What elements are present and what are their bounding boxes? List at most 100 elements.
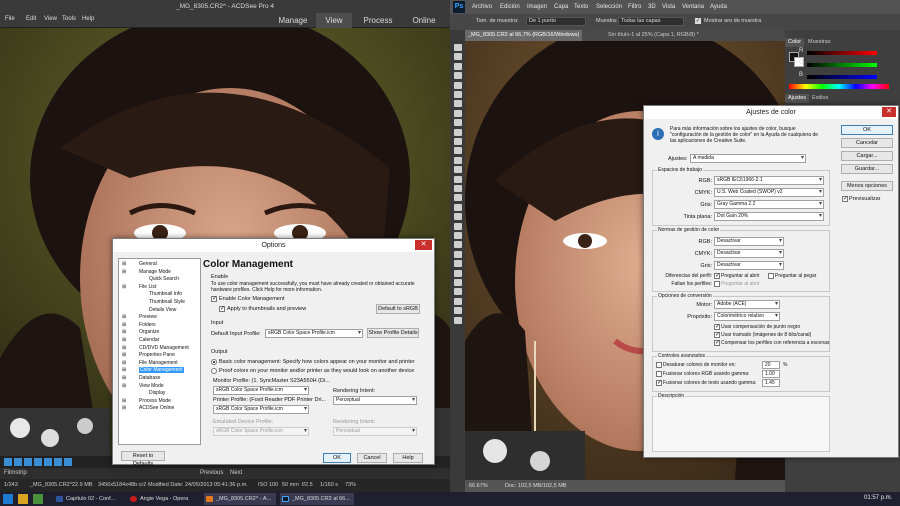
tool-icon[interactable] bbox=[454, 91, 462, 98]
previous-button[interactable]: Previous bbox=[200, 468, 223, 479]
tree-item[interactable]: File List bbox=[139, 284, 156, 290]
emulated-profile-select[interactable]: sRGB Color Space Profile.icm bbox=[213, 427, 309, 436]
tree-item[interactable]: ACDSee Online bbox=[139, 405, 174, 411]
tree-expander[interactable]: ⊞ bbox=[122, 337, 126, 343]
ask-paste-checkbox[interactable] bbox=[768, 273, 774, 279]
tree-item[interactable]: Color Management bbox=[139, 367, 184, 374]
tool-icon[interactable] bbox=[454, 53, 462, 61]
tab-color[interactable]: Color bbox=[785, 38, 805, 47]
sample-select[interactable]: Todas las capas bbox=[618, 17, 684, 26]
tool-icon[interactable] bbox=[454, 269, 462, 277]
help-button[interactable]: Help bbox=[393, 453, 423, 463]
task-opera[interactable]: Angie Vega - Opera bbox=[128, 493, 192, 505]
tool-icon[interactable] bbox=[454, 288, 462, 296]
tree-item[interactable]: Thumbnail Style bbox=[149, 299, 185, 305]
task-chapter[interactable]: Capítulo 02 - Conf... bbox=[54, 493, 124, 505]
tree-item[interactable]: Calendar bbox=[139, 337, 159, 343]
tab-document-1[interactable]: _MG_8305.CR2 al 66,7% (RGB/16/Windows) bbox=[465, 30, 583, 41]
tree-item[interactable]: Preview bbox=[139, 314, 157, 320]
load-button[interactable]: Cargar... bbox=[841, 151, 893, 161]
tree-expander[interactable]: ⊞ bbox=[122, 329, 126, 335]
menu-view[interactable]: View bbox=[44, 16, 57, 22]
black-point-checkbox[interactable]: ✓ bbox=[714, 324, 720, 330]
tool-icon[interactable] bbox=[454, 194, 462, 202]
menu-edit[interactable]: Edit bbox=[26, 16, 36, 22]
enable-cm-checkbox[interactable]: ✓ bbox=[211, 296, 217, 302]
tool-icon[interactable] bbox=[454, 316, 462, 324]
save-button[interactable]: Guardar... bbox=[841, 164, 893, 174]
tool-icon[interactable] bbox=[454, 109, 462, 117]
norm-cmyk-select[interactable]: Desactivar bbox=[714, 249, 784, 258]
tool-icon[interactable] bbox=[454, 81, 462, 89]
ws-rgb-select[interactable]: sRGB IEC61966-2.1 bbox=[714, 176, 824, 185]
tool-icon[interactable] bbox=[454, 128, 462, 136]
tree-item[interactable]: Process Mode bbox=[139, 398, 171, 404]
tree-item[interactable]: General bbox=[139, 261, 157, 267]
ask-open2-checkbox[interactable] bbox=[714, 281, 720, 287]
tree-item[interactable]: File Management bbox=[139, 360, 178, 366]
proposito-select[interactable]: Colorimétrico relativo bbox=[714, 312, 780, 321]
tool-icon[interactable] bbox=[64, 458, 72, 466]
tree-expander[interactable]: ⊞ bbox=[122, 352, 126, 358]
tab-muestras[interactable]: Muestras bbox=[805, 38, 834, 47]
ps-menu-3d[interactable]: 3D bbox=[648, 4, 656, 10]
tool-icon[interactable] bbox=[454, 147, 462, 155]
tool-icon[interactable] bbox=[454, 138, 462, 145]
tree-item[interactable]: Folders bbox=[139, 322, 156, 328]
clock[interactable]: 01:57 p.m. bbox=[864, 495, 892, 501]
tool-icon[interactable] bbox=[54, 458, 62, 466]
tree-expander[interactable]: ⊞ bbox=[122, 322, 126, 328]
tab-ajustes[interactable]: Ajustes bbox=[785, 94, 810, 103]
desaturar-input[interactable]: 20 bbox=[762, 361, 780, 369]
tree-expander[interactable]: ⊞ bbox=[122, 345, 126, 351]
rendering-intent-select[interactable]: Perceptual bbox=[333, 396, 417, 405]
tool-icon[interactable] bbox=[24, 458, 32, 466]
tree-expander[interactable]: ⊞ bbox=[122, 261, 126, 267]
ps-menu-imagen[interactable]: Imagen bbox=[527, 4, 547, 10]
ps-menu-edicion[interactable]: Edición bbox=[500, 4, 520, 10]
fusionar-texto-checkbox[interactable]: ✓ bbox=[656, 380, 662, 386]
tree-item[interactable]: Details View bbox=[149, 307, 176, 313]
motor-select[interactable]: Adobe (ACE) bbox=[714, 300, 780, 309]
tree-expander[interactable]: ⊞ bbox=[122, 375, 126, 381]
tool-icon[interactable] bbox=[454, 203, 462, 211]
tool-icon[interactable] bbox=[454, 44, 462, 51]
filmstrip-label[interactable]: Filmstrip bbox=[4, 468, 27, 479]
ps-menu-texto[interactable]: Texto bbox=[574, 4, 588, 10]
ws-gris-select[interactable]: Gray Gamma 2.2 bbox=[714, 200, 824, 209]
tree-item[interactable]: Organize bbox=[139, 329, 159, 335]
menu-help[interactable]: Help bbox=[82, 16, 94, 22]
tree-item[interactable]: Properties Pane bbox=[139, 352, 175, 358]
tool-icon[interactable] bbox=[4, 458, 12, 466]
default-input-select[interactable]: sRGB Color Space Profile.icm bbox=[265, 329, 363, 338]
ask-open-checkbox[interactable]: ✓ bbox=[714, 273, 720, 279]
ws-tinta-select[interactable]: Dot Gain 20% bbox=[714, 212, 824, 221]
tree-item[interactable]: Thumbnail Info bbox=[149, 291, 182, 297]
mode-view[interactable]: View bbox=[316, 13, 352, 28]
menu-file[interactable]: File bbox=[5, 16, 15, 22]
norm-gris-select[interactable]: Desactivar bbox=[714, 261, 784, 270]
tree-item[interactable]: Manage Mode bbox=[139, 269, 171, 275]
tree-expander[interactable]: ⊞ bbox=[122, 269, 126, 275]
basic-cm-radio[interactable] bbox=[211, 359, 217, 365]
ws-cmyk-select[interactable]: U.S. Web Coated (SWOP) v2 bbox=[714, 188, 824, 197]
ps-menu-archivo[interactable]: Archivo bbox=[472, 4, 492, 10]
tree-item[interactable]: Display bbox=[149, 390, 165, 396]
reset-defaults-button[interactable]: Reset to Defaults bbox=[121, 451, 165, 467]
tool-icon[interactable] bbox=[454, 213, 462, 221]
tool-icon[interactable] bbox=[454, 119, 462, 127]
tool-icon[interactable] bbox=[454, 260, 462, 268]
app-icon[interactable] bbox=[33, 494, 43, 504]
tool-icon[interactable] bbox=[14, 458, 22, 466]
fusionar-rgb-input[interactable]: 1.00 bbox=[762, 370, 780, 378]
tree-expander[interactable]: ⊞ bbox=[122, 383, 126, 389]
ok-button[interactable]: OK bbox=[323, 453, 351, 463]
task-acdsee[interactable]: _MG_8305.CR2^ - A... bbox=[204, 493, 276, 505]
tree-expander[interactable]: ⊞ bbox=[122, 398, 126, 404]
printer-profile-select[interactable]: sRGB Color Space Profile.icm bbox=[213, 405, 309, 414]
tool-icon[interactable] bbox=[454, 72, 462, 80]
next-button[interactable]: Next bbox=[230, 468, 242, 479]
cancel-button[interactable]: Cancel bbox=[357, 453, 387, 463]
ps-menu-ventana[interactable]: Ventana bbox=[682, 4, 704, 10]
tool-icon[interactable] bbox=[454, 156, 462, 164]
